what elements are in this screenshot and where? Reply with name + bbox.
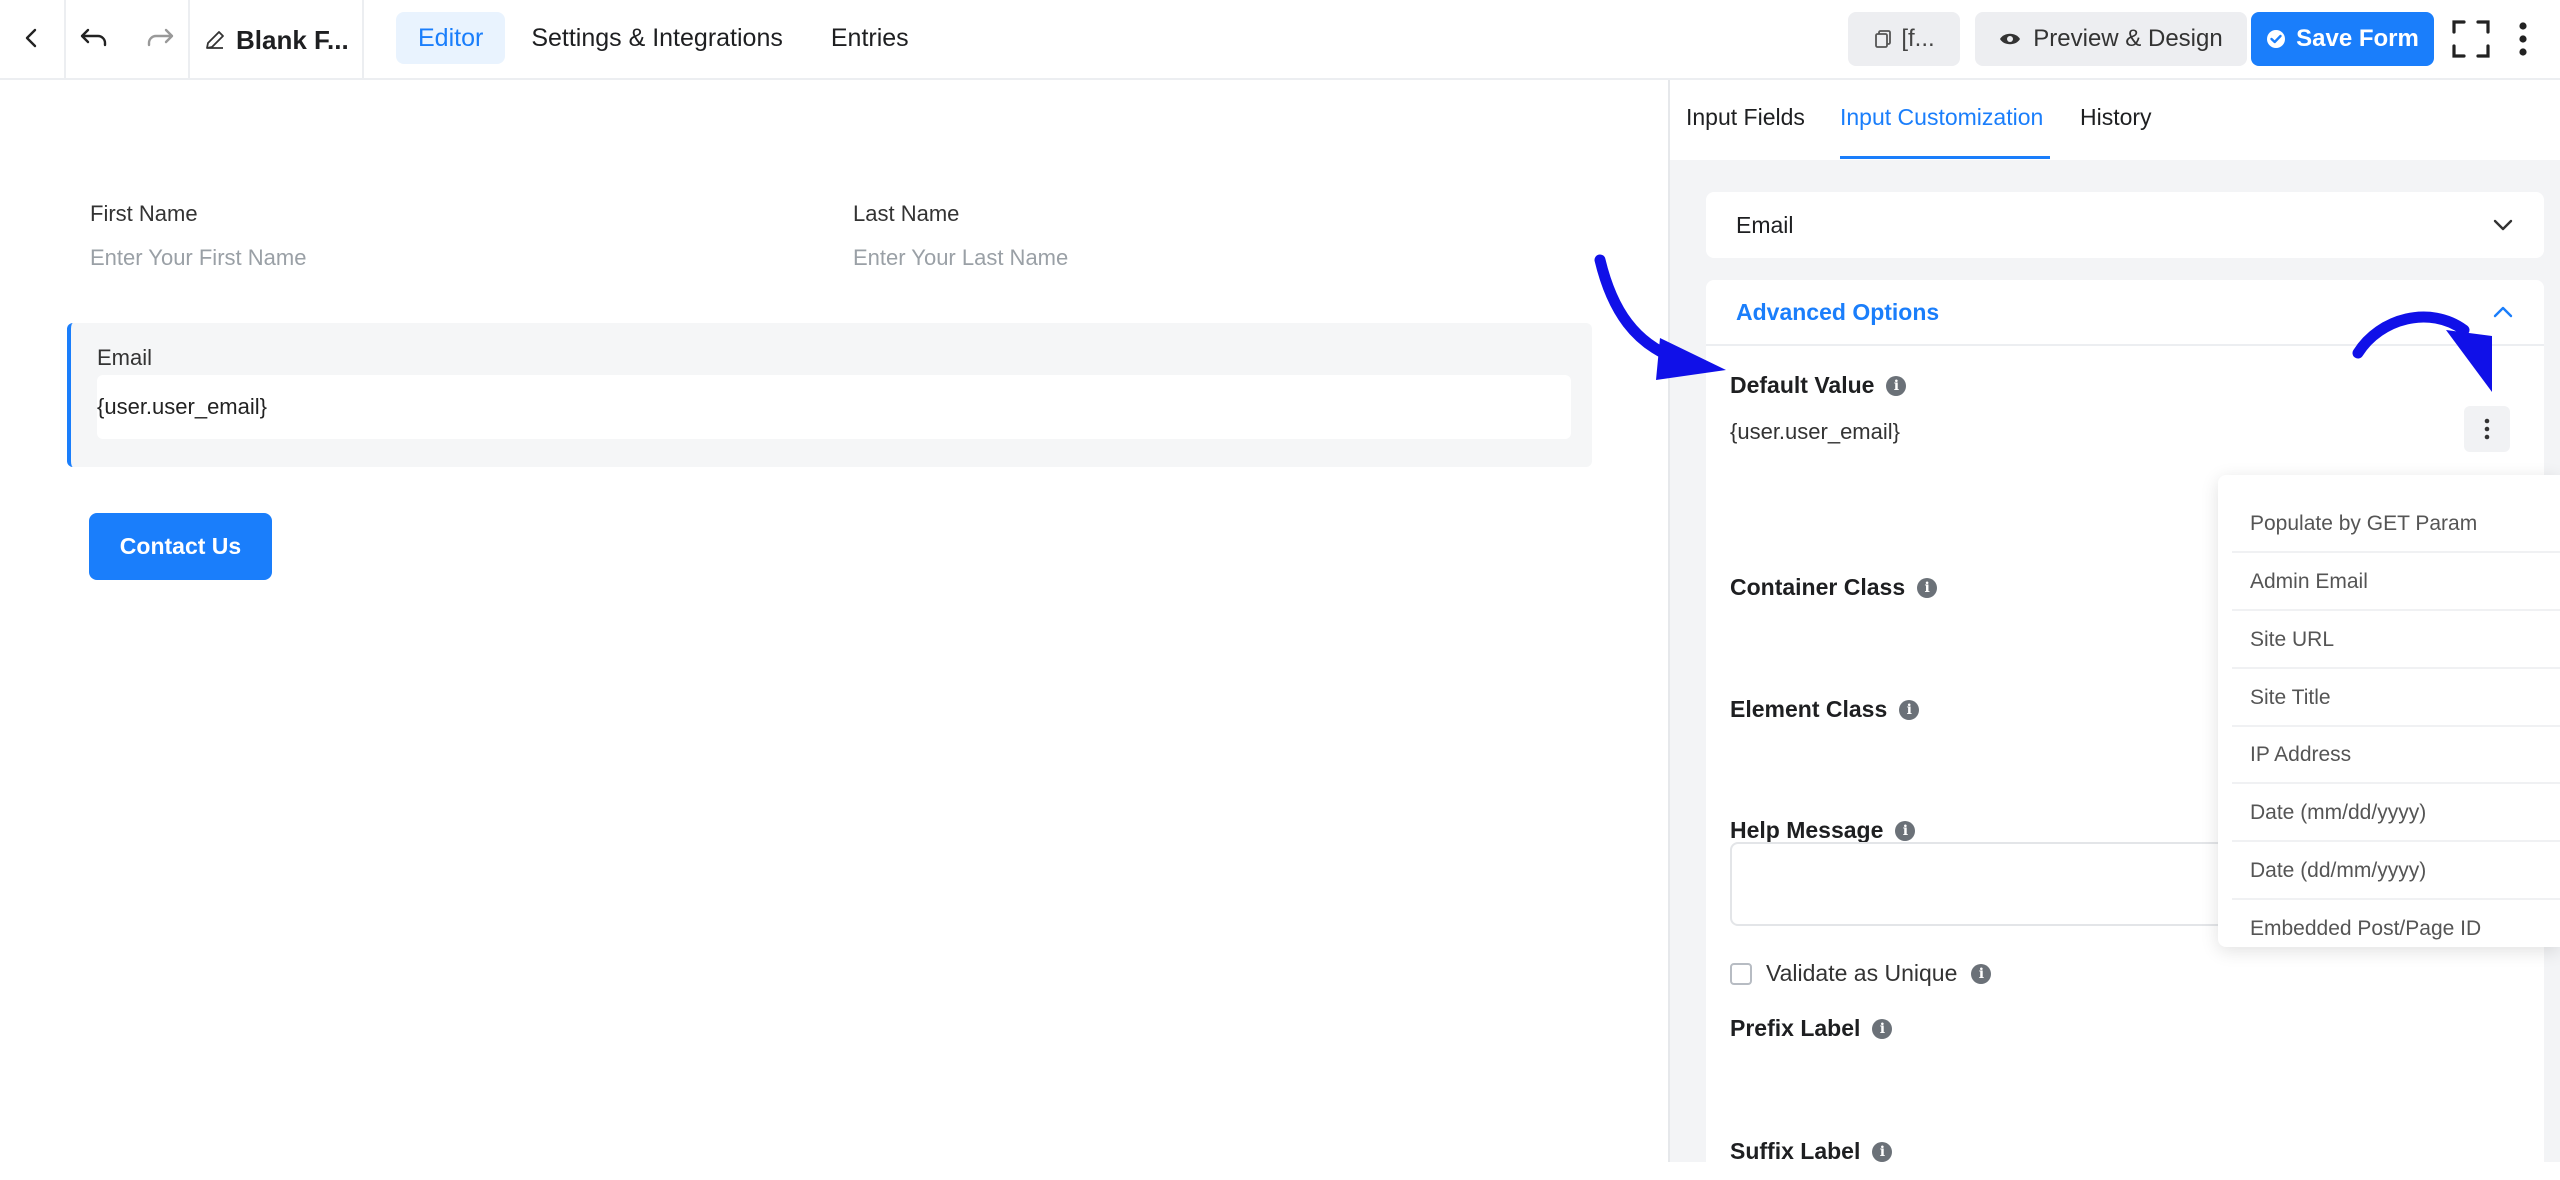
first-name-input[interactable]: Enter Your First Name (90, 245, 306, 271)
preview-design-button[interactable]: Preview & Design (1975, 12, 2247, 66)
info-icon[interactable]: i (1971, 963, 1992, 984)
info-icon[interactable]: i (1899, 699, 1920, 720)
smart-code-item[interactable]: Site Title (2232, 671, 2560, 727)
form-title-edit[interactable]: Blank F... (204, 18, 349, 62)
email-label: Email (97, 345, 153, 370)
email-input[interactable]: {user.user_email} (97, 375, 1571, 439)
suffix-label-label: Suffix Label i (1730, 1138, 1893, 1165)
selected-field-label: Email (1736, 211, 1794, 238)
prefix-label-label: Prefix Label i (1730, 1015, 1893, 1042)
info-icon[interactable]: i (1872, 1018, 1893, 1039)
last-name-input[interactable]: Enter Your Last Name (853, 245, 1068, 271)
info-icon[interactable]: i (1886, 375, 1907, 396)
preview-label: Preview & Design (2033, 25, 2223, 52)
divider (362, 0, 364, 80)
chevron-up-icon (2493, 306, 2513, 318)
smart-code-item[interactable]: Embedded Post/Page ID (2232, 901, 2560, 947)
default-value-label: Default Value i (1730, 372, 1907, 399)
shortcode-copy-button[interactable]: [f... (1848, 12, 1960, 66)
panel-tabs: Input Fields Input Customization History (1670, 80, 2560, 160)
default-value-input[interactable]: {user.user_email} (1730, 419, 1900, 445)
element-class-label: Element Class i (1730, 696, 1920, 723)
contact-us-button[interactable]: Contact Us (89, 513, 272, 580)
tab-history[interactable]: History (2080, 104, 2152, 131)
validate-unique-row: Validate as Unique i (1730, 960, 1992, 987)
form-title: Blank F... (236, 24, 349, 55)
redo-button[interactable] (138, 16, 182, 60)
vertical-dots-icon (2519, 22, 2527, 56)
divider (64, 0, 66, 80)
tab-input-fields[interactable]: Input Fields (1686, 104, 1805, 131)
prefix-label-text: Prefix Label (1730, 1015, 1861, 1041)
suffix-label-text: Suffix Label (1730, 1138, 1861, 1164)
first-name-label: First Name (90, 201, 198, 226)
smart-code-item[interactable]: Populate by GET Param (2232, 497, 2560, 553)
pencil-icon (206, 31, 224, 49)
fullscreen-icon (2452, 20, 2490, 58)
top-toolbar: Blank F... Editor Settings & Integration… (0, 0, 2560, 80)
save-form-button[interactable]: Save Form (2251, 12, 2434, 66)
default-value-text: Default Value (1730, 372, 1875, 398)
tab-settings-integrations[interactable]: Settings & Integrations (509, 12, 805, 64)
undo-button[interactable] (72, 16, 116, 60)
help-message-text: Help Message (1730, 817, 1884, 843)
main-tabs: Editor Settings & Integrations Entries (396, 12, 931, 64)
email-field-block[interactable]: Email {user.user_email} (67, 323, 1592, 467)
chevron-left-icon (25, 28, 37, 48)
smart-codes-button[interactable] (2464, 406, 2510, 452)
form-canvas: First Name Enter Your First Name Last Na… (0, 80, 1668, 1162)
validate-unique-checkbox[interactable] (1730, 962, 1752, 985)
element-class-text: Element Class (1730, 696, 1888, 722)
more-menu-button[interactable] (2508, 16, 2538, 62)
vertical-dots-icon (2484, 418, 2490, 440)
smart-codes-dropdown: Populate by GET Param Admin Email Site U… (2218, 475, 2560, 947)
info-icon[interactable]: i (1917, 577, 1938, 598)
smart-code-item[interactable]: Admin Email (2232, 555, 2560, 611)
advanced-options-header[interactable]: Advanced Options (1706, 280, 2544, 346)
redo-icon (147, 28, 174, 47)
eye-icon (2000, 33, 2021, 45)
info-icon[interactable]: i (1872, 1141, 1893, 1162)
last-name-label: Last Name (853, 201, 960, 226)
smart-code-item[interactable]: Date (mm/dd/yyyy) (2232, 786, 2560, 842)
smart-code-item[interactable]: Site URL (2232, 613, 2560, 669)
container-class-label: Container Class i (1730, 574, 1938, 601)
undo-icon (80, 28, 107, 47)
tab-editor[interactable]: Editor (396, 12, 506, 64)
smart-code-item[interactable]: Date (dd/mm/yyyy) (2232, 844, 2560, 900)
tab-input-customization[interactable]: Input Customization (1840, 104, 2043, 131)
fullscreen-button[interactable] (2448, 16, 2494, 62)
chevron-down-icon (2493, 219, 2513, 231)
tab-entries[interactable]: Entries (809, 12, 931, 64)
back-button[interactable] (10, 16, 54, 60)
info-icon[interactable]: i (1895, 820, 1916, 841)
smart-code-item[interactable]: IP Address (2232, 728, 2560, 784)
advanced-options-title: Advanced Options (1736, 298, 1940, 325)
container-class-text: Container Class (1730, 574, 1906, 600)
check-circle-icon (2267, 30, 2286, 48)
shortcode-label: [f... (1901, 25, 1935, 52)
help-message-label: Help Message i (1730, 817, 1916, 844)
field-type-select[interactable]: Email (1706, 192, 2544, 258)
save-label: Save Form (2296, 25, 2419, 52)
copy-icon (1875, 30, 1892, 48)
validate-unique-label: Validate as Unique (1766, 960, 1958, 986)
active-tab-indicator (1840, 156, 2050, 159)
divider (188, 0, 190, 80)
